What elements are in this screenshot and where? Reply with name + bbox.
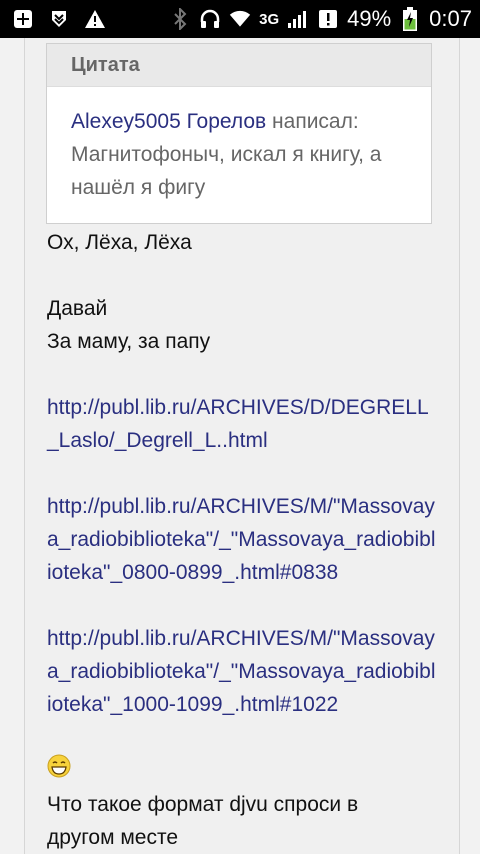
forum-page: Цитата Alexey5005 Горелов написал: Магни…	[0, 38, 480, 854]
network-type-label: 3G	[259, 10, 280, 28]
post-footer-text: Что такое формат djvu спроси в другом ме…	[47, 793, 359, 849]
post-link-3[interactable]: http://publ.lib.ru/ARCHIVES/M/"Massovaya…	[47, 622, 439, 721]
add-box-icon	[12, 8, 34, 30]
warning-icon	[84, 8, 106, 30]
battery-charging-icon	[399, 7, 421, 31]
post-link-2[interactable]: http://publ.lib.ru/ARCHIVES/M/"Massovaya…	[47, 490, 439, 589]
battery-percent: 49%	[347, 6, 392, 31]
post-link-1[interactable]: http://publ.lib.ru/ARCHIVES/D/DEGRELL_La…	[47, 391, 435, 457]
quote-text: Магнитофоныч, искал я книгу, а нашёл я ф…	[71, 143, 382, 199]
quote-header: Цитата	[47, 44, 431, 87]
quote-author-link[interactable]: Alexey5005 Горелов	[71, 110, 266, 133]
signal-icon	[287, 8, 309, 30]
clock: 0:07	[429, 6, 472, 31]
wifi-icon	[229, 8, 251, 30]
grin-emoji-icon	[47, 754, 71, 778]
bluetooth-icon	[169, 8, 191, 30]
quote-said: написал:	[266, 110, 359, 133]
quote-block: Цитата Alexey5005 Горелов написал: Магни…	[46, 43, 432, 224]
post-line-1: Ох, Лёха, Лёха	[47, 231, 192, 254]
headphones-icon	[199, 8, 221, 30]
status-bar: 3G 49% 0:07	[0, 0, 480, 38]
sim-alert-icon	[317, 8, 339, 30]
download-shield-icon	[48, 8, 70, 30]
post-line-3: За маму, за папу	[47, 330, 211, 353]
quote-body: Alexey5005 Горелов написал: Магнитофоныч…	[47, 87, 431, 204]
post-line-2: Давай	[47, 297, 108, 320]
